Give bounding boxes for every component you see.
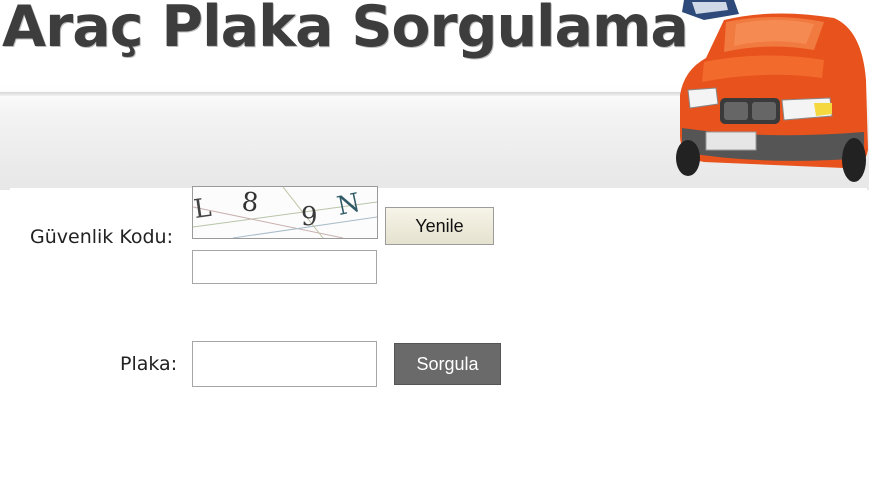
security-code-label: Güvenlik Kodu:	[30, 226, 173, 248]
submit-query-button[interactable]: Sorgula	[394, 343, 501, 385]
captcha-char: L	[193, 193, 213, 225]
plate-label: Plaka:	[120, 353, 178, 375]
page-title: Araç Plaka Sorgulama	[2, 0, 689, 60]
page-header: Araç Plaka Sorgulama	[0, 0, 869, 190]
captcha-image: L 8 9 N	[192, 186, 378, 239]
header-divider	[0, 92, 700, 96]
captcha-char: 8	[240, 187, 260, 219]
captcha-char: 9	[301, 202, 318, 232]
refresh-captcha-button[interactable]: Yenile	[385, 207, 494, 245]
captcha-char: N	[334, 188, 362, 222]
car-illustration	[676, 0, 868, 182]
plate-input[interactable]	[192, 341, 377, 387]
security-code-input[interactable]	[192, 250, 377, 284]
